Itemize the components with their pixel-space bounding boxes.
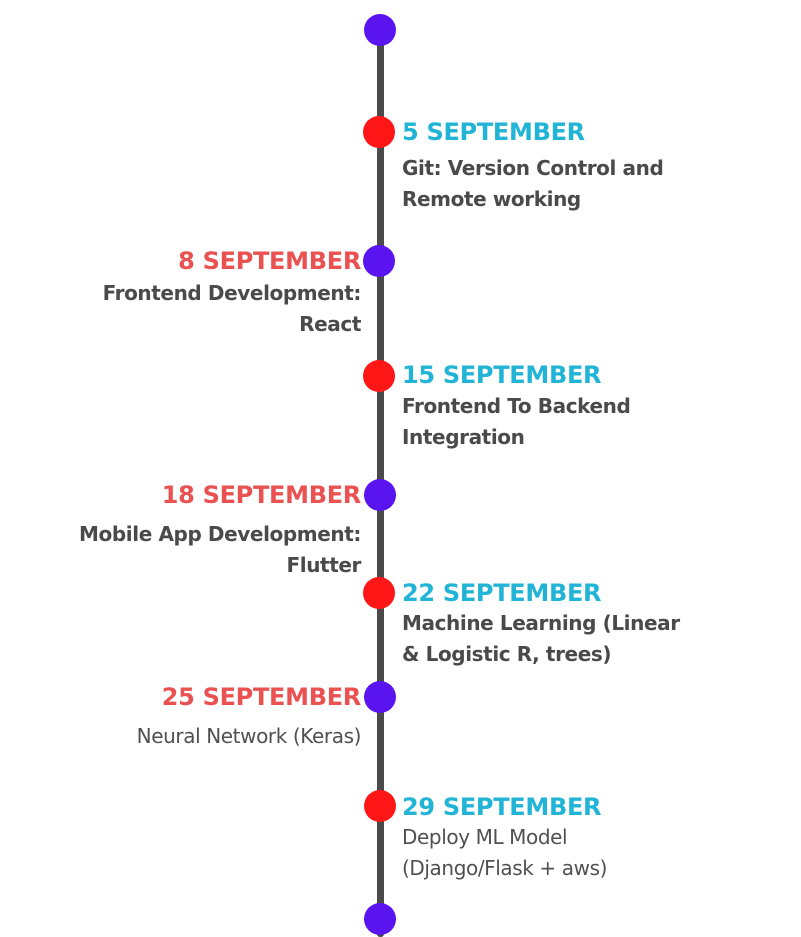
event-date: 8 SEPTEMBER xyxy=(178,247,361,275)
event-date: 25 SEPTEMBER xyxy=(161,683,362,711)
timeline-event-6: 29 SEPTEMBER Deploy ML Model (Django/Fla… xyxy=(402,792,702,884)
timeline-node-3 xyxy=(364,479,396,511)
event-date: 15 SEPTEMBER xyxy=(402,361,602,389)
event-date: 18 SEPTEMBER xyxy=(161,481,362,509)
event-date: 29 SEPTEMBER xyxy=(402,793,602,821)
timeline-node-0 xyxy=(363,116,395,148)
timeline-node-5 xyxy=(364,681,396,713)
event-title-line: & Logistic R, trees) xyxy=(402,642,612,666)
event-title-line: Neural Network (Keras) xyxy=(136,724,362,748)
timeline-event-3: 18 SEPTEMBER Mobile App Development: Flu… xyxy=(21,480,361,581)
timeline-node-1 xyxy=(363,245,395,277)
timeline-node-4 xyxy=(363,577,395,609)
timeline-node-6 xyxy=(364,790,396,822)
timeline-event-0: 5 SEPTEMBER Git: Version Control and Rem… xyxy=(402,117,702,215)
timeline-event-2: 15 SEPTEMBER Frontend To Backend Integra… xyxy=(402,360,702,453)
event-title-line: Flutter xyxy=(286,553,361,577)
event-title-line: Remote working xyxy=(402,187,581,211)
timeline-node-2 xyxy=(363,360,395,392)
event-title-line: React xyxy=(299,312,361,336)
timeline-end-node xyxy=(364,903,396,935)
timeline-event-5: 25 SEPTEMBER Neural Network (Keras) xyxy=(21,682,362,752)
event-title-line: Mobile App Development: xyxy=(79,522,361,546)
timeline-event-4: 22 SEPTEMBER Machine Learning (Linear & … xyxy=(402,578,702,670)
event-date: 5 SEPTEMBER xyxy=(402,118,585,146)
event-date: 22 SEPTEMBER xyxy=(402,579,602,607)
event-title-line: Integration xyxy=(402,425,525,449)
timeline-event-1: 8 SEPTEMBER Frontend Development: React xyxy=(21,246,362,340)
event-title-line: Machine Learning (Linear xyxy=(402,611,680,635)
event-title-line: Frontend To Backend xyxy=(402,394,631,418)
event-title-line: (Django/Flask + aws) xyxy=(402,856,607,880)
event-title-line: Frontend Development: xyxy=(102,281,362,305)
event-title-line: Git: Version Control and xyxy=(402,156,664,180)
event-title-line: Deploy ML Model xyxy=(402,825,568,849)
timeline-start-node xyxy=(364,14,396,46)
